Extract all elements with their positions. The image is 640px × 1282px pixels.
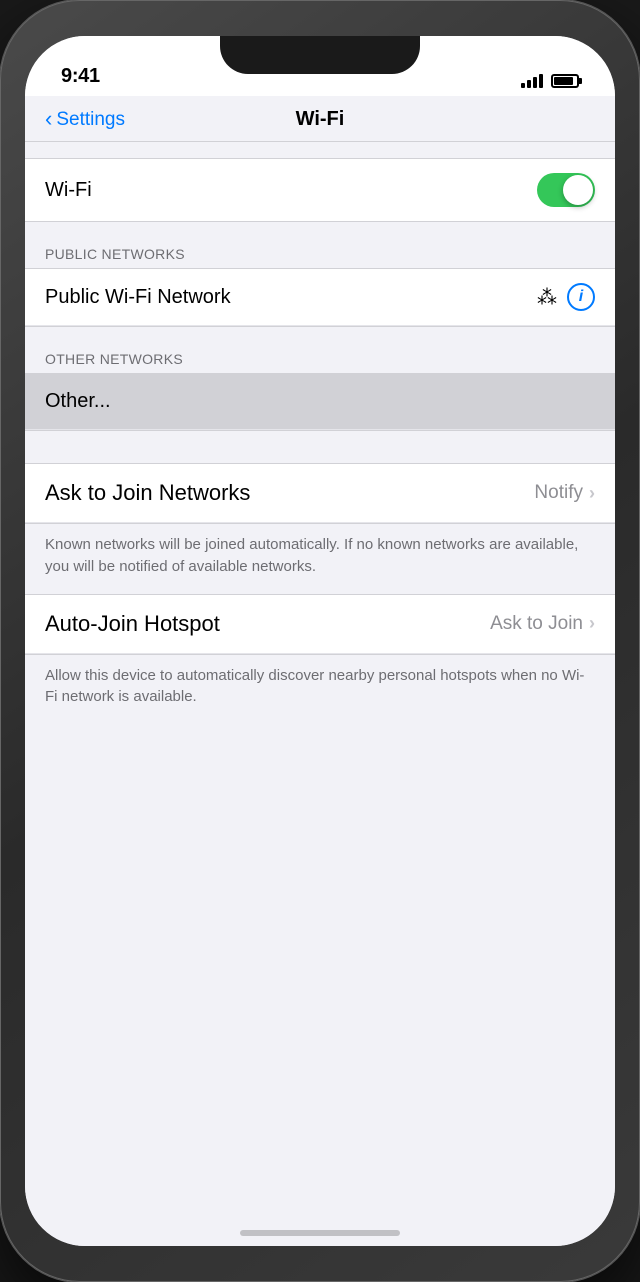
- public-network-right: ⁂ i: [537, 283, 595, 311]
- auto-join-value: Ask to Join: [490, 613, 583, 635]
- navigation-bar: ‹ Settings Wi-Fi: [25, 96, 615, 142]
- page-title: Wi-Fi: [296, 108, 345, 131]
- status-bar: 9:41: [25, 36, 615, 96]
- signal-bar-4: [539, 74, 543, 88]
- back-button[interactable]: ‹ Settings: [45, 109, 125, 131]
- auto-join-right: Ask to Join ›: [490, 613, 595, 635]
- info-button[interactable]: i: [567, 283, 595, 311]
- public-network-name: Public Wi-Fi Network: [45, 286, 231, 309]
- back-chevron-icon: ‹: [45, 108, 52, 130]
- ask-join-label: Ask to Join Networks: [45, 480, 250, 506]
- auto-join-description: Allow this device to automatically disco…: [25, 655, 615, 725]
- home-indicator: [25, 1206, 615, 1246]
- public-network-row[interactable]: Public Wi-Fi Network ⁂ i: [25, 269, 615, 326]
- phone-frame: 9:41 ‹ Settings Wi-Fi: [0, 0, 640, 1282]
- gap-4: [25, 431, 615, 447]
- ask-join-value: Notify: [534, 482, 583, 504]
- status-icons: [521, 74, 579, 88]
- info-icon: i: [579, 288, 583, 306]
- signal-bar-3: [533, 77, 537, 88]
- wifi-signal-icon: ⁂: [537, 285, 557, 310]
- other-network-row[interactable]: Other...: [25, 374, 615, 430]
- other-networks-header: OTHER NETWORKS: [25, 343, 615, 373]
- back-label: Settings: [56, 109, 125, 131]
- ask-join-group: Ask to Join Networks Notify ›: [25, 463, 615, 524]
- auto-join-label: Auto-Join Hotspot: [45, 611, 220, 637]
- auto-join-group: Auto-Join Hotspot Ask to Join ›: [25, 594, 615, 655]
- battery-icon: [551, 74, 579, 88]
- phone-screen: 9:41 ‹ Settings Wi-Fi: [25, 36, 615, 1246]
- wifi-toggle-label: Wi-Fi: [45, 179, 92, 202]
- auto-join-chevron-icon: ›: [589, 613, 595, 634]
- gap-3: [25, 327, 615, 343]
- other-networks-group: Other...: [25, 373, 615, 431]
- notch: [220, 36, 420, 74]
- content-area: Wi-Fi PUBLIC NETWORKS Public Wi-Fi Netwo…: [25, 142, 615, 1206]
- gap-5: [25, 447, 615, 463]
- signal-bars-icon: [521, 74, 543, 88]
- other-network-label: Other...: [45, 390, 111, 413]
- auto-join-row[interactable]: Auto-Join Hotspot Ask to Join ›: [25, 595, 615, 654]
- ask-join-description: Known networks will be joined automatica…: [25, 524, 615, 594]
- gap-1: [25, 142, 615, 158]
- status-time: 9:41: [61, 65, 100, 88]
- ask-join-right: Notify ›: [534, 482, 595, 504]
- signal-bar-1: [521, 83, 525, 88]
- public-networks-group: Public Wi-Fi Network ⁂ i: [25, 268, 615, 327]
- home-bar: [240, 1230, 400, 1236]
- signal-bar-2: [527, 80, 531, 88]
- public-networks-header: PUBLIC NETWORKS: [25, 238, 615, 268]
- gap-2: [25, 222, 615, 238]
- ask-join-chevron-icon: ›: [589, 483, 595, 504]
- toggle-knob: [563, 175, 593, 205]
- wifi-toggle-switch[interactable]: [537, 173, 595, 207]
- ask-join-row[interactable]: Ask to Join Networks Notify ›: [25, 464, 615, 523]
- wifi-toggle-row: Wi-Fi: [25, 159, 615, 221]
- wifi-toggle-group: Wi-Fi: [25, 158, 615, 222]
- battery-fill: [554, 77, 573, 85]
